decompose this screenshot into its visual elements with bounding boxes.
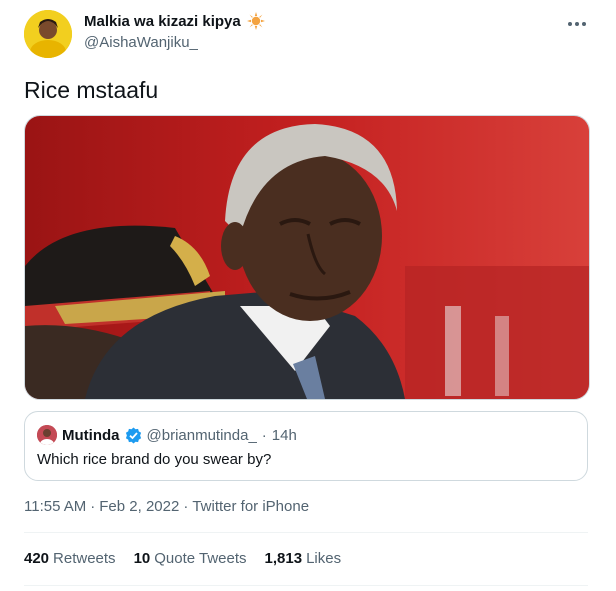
sun-badge-icon (246, 12, 265, 30)
quoted-separator: · (261, 426, 267, 444)
tweet-text: Rice mstaafu (24, 77, 159, 103)
quote-tweets-count: 10 (133, 550, 151, 567)
quoted-author-handle[interactable]: @brianmutinda_ (147, 427, 257, 444)
quoted-author-name[interactable]: Mutinda (62, 427, 120, 444)
likes-label: Likes (306, 550, 342, 567)
author-name-row: Malkia wa kizazi kipya (84, 12, 265, 30)
divider (24, 532, 588, 533)
tweet-source[interactable]: Twitter for iPhone (192, 498, 309, 515)
tweet: Malkia wa kizazi kipya @AishaWanjiku_ Ri… (0, 0, 616, 591)
tweet-date[interactable]: Feb 2, 2022 (99, 498, 179, 515)
tweet-time[interactable]: 11:55 AM (24, 498, 86, 515)
tweet-meta: 11:55 AM · Feb 2, 2022 · Twitter for iPh… (24, 498, 309, 515)
quoted-time[interactable]: 14h (272, 427, 297, 444)
retweets-count: 420 (24, 550, 50, 567)
meta-separator: · (90, 498, 96, 515)
meta-separator: · (183, 498, 189, 515)
tweet-photo[interactable] (24, 115, 590, 400)
likes-stat[interactable]: 1,813 Likes (265, 550, 342, 567)
author-handle[interactable]: @AishaWanjiku_ (84, 34, 198, 51)
quoted-author-avatar[interactable] (37, 425, 57, 445)
likes-count: 1,813 (264, 550, 303, 567)
divider (24, 585, 588, 586)
retweets-stat[interactable]: 420 Retweets (24, 550, 116, 567)
retweets-label: Retweets (53, 550, 116, 567)
more-options-icon[interactable] (566, 16, 588, 26)
photo-of-elderly-man-icon (25, 116, 589, 399)
quote-tweets-label: Quote Tweets (154, 550, 247, 567)
quoted-tweet-header: Mutinda @brianmutinda_ · 14h (37, 425, 297, 445)
author-display-name[interactable]: Malkia wa kizazi kipya (84, 13, 241, 30)
quote-tweets-stat[interactable]: 10 Quote Tweets (134, 550, 247, 567)
author-avatar[interactable] (24, 10, 72, 58)
quoted-tweet-text: Which rice brand do you swear by? (37, 451, 272, 468)
quoted-tweet[interactable]: Mutinda @brianmutinda_ · 14h Which rice … (24, 411, 588, 481)
tweet-stats: 420 Retweets 10 Quote Tweets 1,813 Likes (24, 550, 341, 567)
verified-badge-icon (125, 427, 142, 444)
